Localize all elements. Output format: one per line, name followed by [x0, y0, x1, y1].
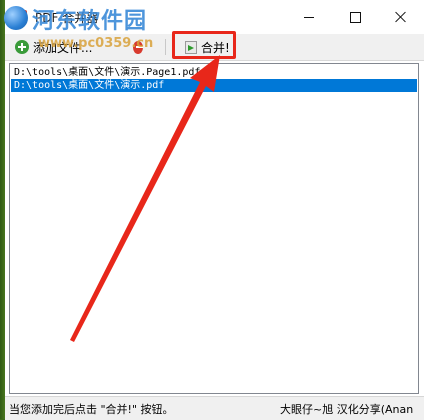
window-title: PDF 合并器 — [35, 11, 99, 25]
title-bar: PDF 合并器 — [5, 0, 424, 34]
maximize-button[interactable] — [332, 0, 378, 34]
status-bar: 当您添加完后点击 "合并!" 按钮。 大眼仔~旭 汉化分享(Anan — [5, 396, 424, 420]
close-button[interactable] — [378, 0, 424, 34]
annotation-highlight-box — [172, 31, 236, 59]
close-icon — [395, 11, 407, 23]
add-files-button[interactable]: 添加文件... — [11, 36, 117, 58]
status-credit: 大眼仔~旭 汉化分享(Anan — [280, 403, 414, 416]
toolbar-separator — [165, 39, 166, 55]
maximize-icon — [349, 11, 361, 23]
minimize-button[interactable] — [286, 0, 332, 34]
add-icon — [15, 40, 29, 54]
minimize-icon — [304, 16, 314, 18]
list-item-selected[interactable]: D:\tools\桌面\文件\演示.pdf — [11, 79, 417, 92]
app-icon — [13, 10, 27, 24]
remove-icon — [133, 40, 143, 54]
app-window: PDF 合并器 添加文件... 合并! D:\tools\桌面\文件\演示.Pa… — [5, 0, 424, 420]
file-list[interactable]: D:\tools\桌面\文件\演示.Page1.pdf D:\tools\桌面\… — [9, 63, 419, 394]
status-hint: 当您添加完后点击 "合并!" 按钮。 — [9, 403, 174, 416]
remove-file-button[interactable] — [129, 36, 147, 58]
add-files-label: 添加文件... — [33, 40, 93, 55]
list-item[interactable]: D:\tools\桌面\文件\演示.Page1.pdf — [11, 66, 417, 79]
